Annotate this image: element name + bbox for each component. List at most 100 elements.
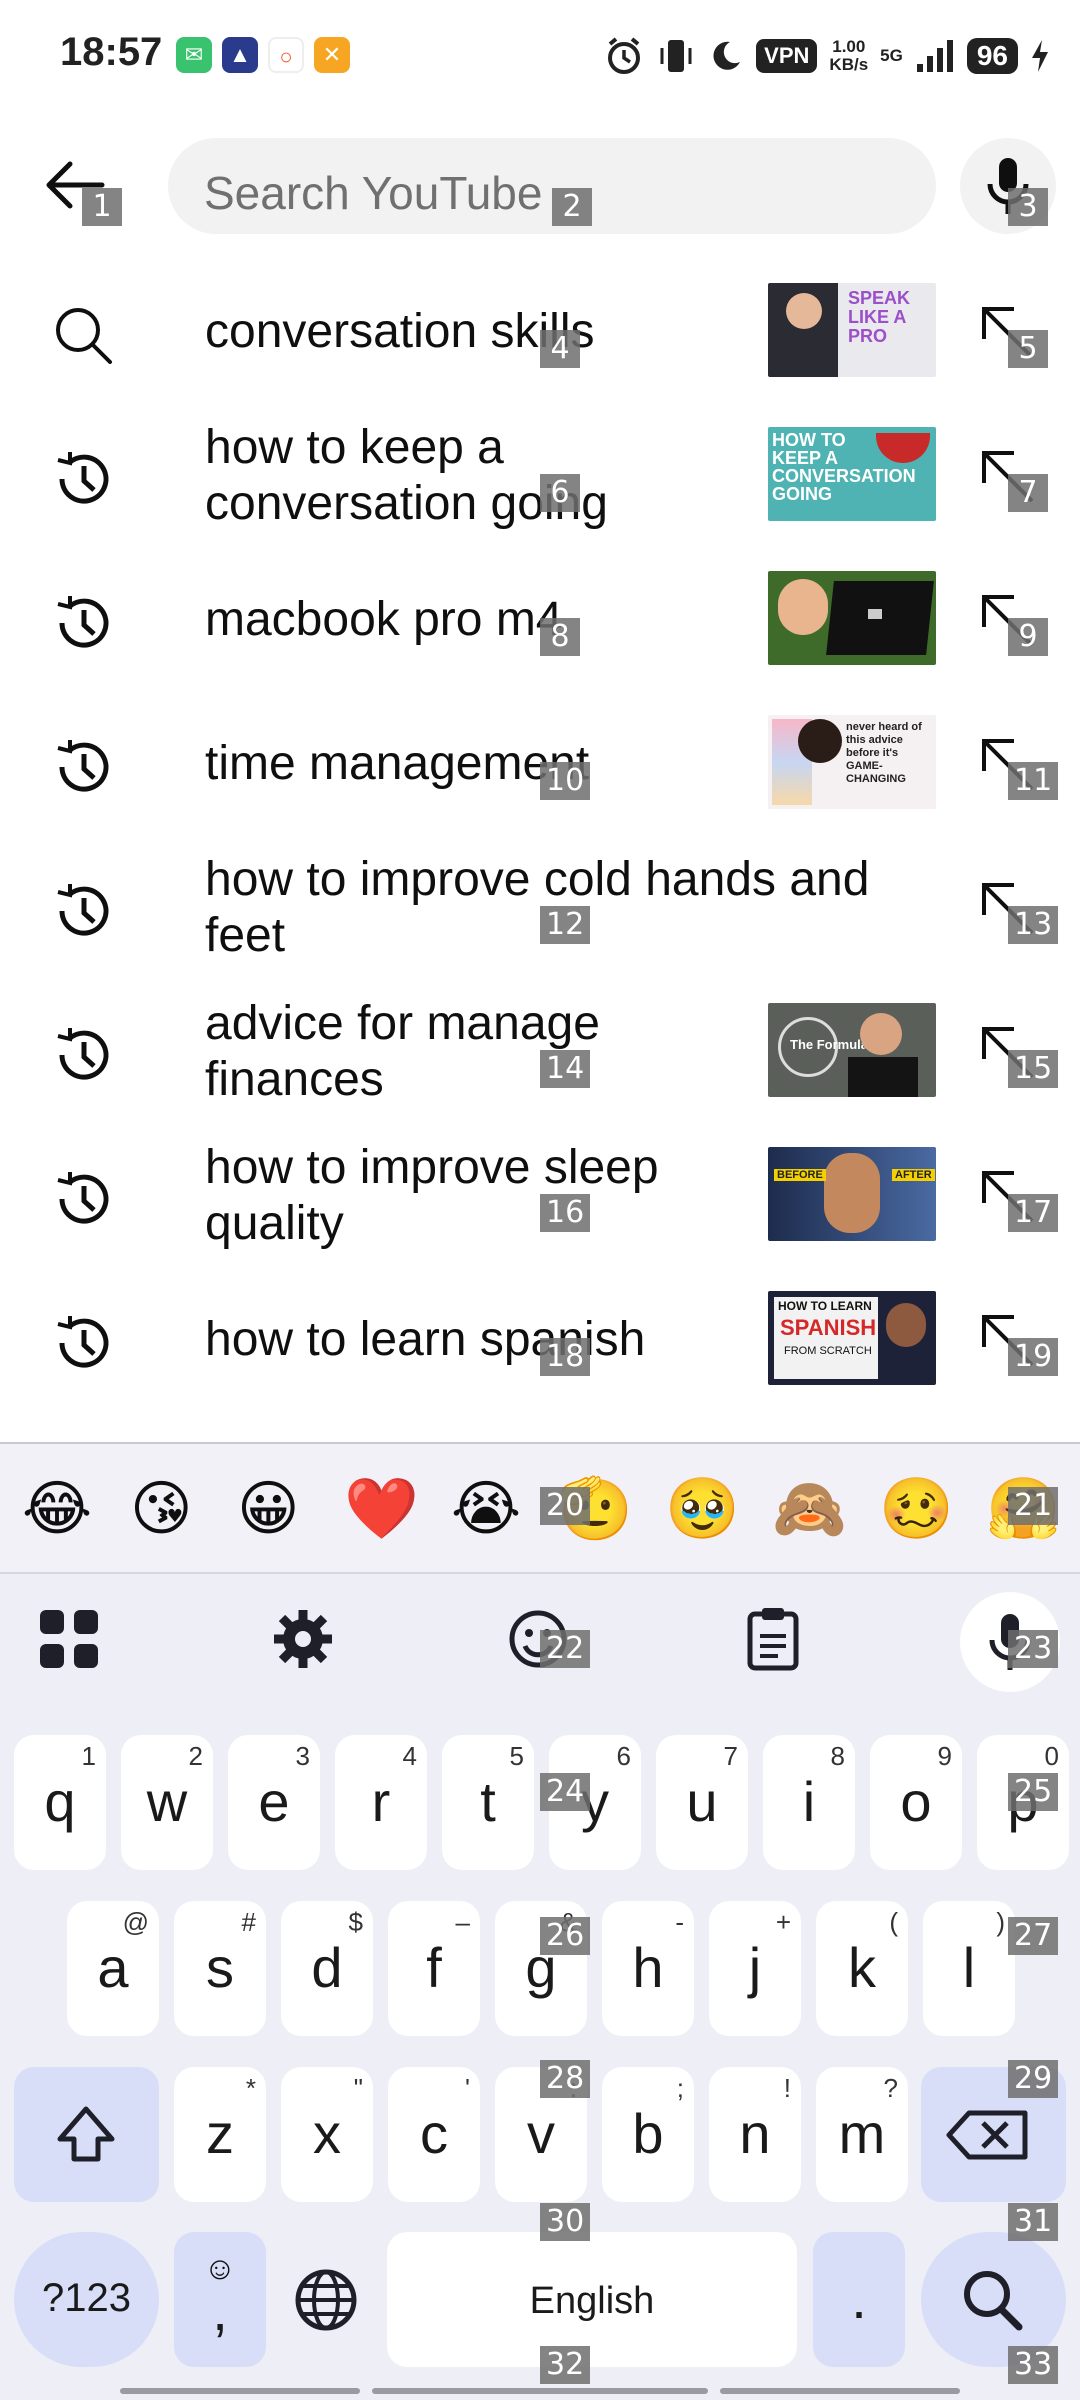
element-number-tag: 2: [552, 188, 592, 226]
key-i[interactable]: 8i: [763, 1735, 855, 1870]
suggestion-thumbnail: BEFORE AFTER: [768, 1147, 936, 1241]
key-t[interactable]: 5t: [442, 1735, 534, 1870]
key-secondary-symbol: *: [245, 2073, 256, 2103]
key-q[interactable]: 1q: [14, 1735, 106, 1870]
key-secondary-symbol: 3: [295, 1741, 310, 1771]
emoji-key[interactable]: 🥴: [879, 1474, 954, 1544]
emoji-key[interactable]: 😭: [451, 1474, 521, 1544]
key-secondary-symbol: 8: [830, 1741, 845, 1771]
suggestion-thumbnail: The Formula: [768, 1003, 936, 1097]
comma-emoji-key[interactable]: ☺ ,: [174, 2232, 266, 2367]
key-letter: i: [802, 1770, 816, 1833]
thumbnail-caption: SPANISH: [780, 1315, 877, 1340]
history-icon: [57, 1172, 109, 1224]
key-letter: b: [632, 2102, 664, 2165]
element-number-tag: 25: [1008, 1773, 1059, 1811]
key-letter: a: [97, 1936, 129, 1999]
history-icon: [57, 740, 109, 792]
key-letter: k: [848, 1936, 876, 1999]
key-o[interactable]: 9o: [870, 1735, 962, 1870]
key-secondary-symbol: ": [353, 2073, 363, 2103]
globe-icon: [295, 2269, 357, 2331]
element-number-tag: 27: [1008, 1917, 1059, 1955]
emoji-key[interactable]: 😂: [22, 1474, 92, 1544]
suggestion-text: how to keep a conversation going: [205, 421, 608, 530]
key-r[interactable]: 4r: [335, 1735, 427, 1870]
signal-icon: [916, 40, 953, 72]
shift-key[interactable]: [14, 2067, 159, 2202]
thumbnail-caption: The Formula: [790, 1037, 869, 1052]
key-secondary-symbol: -: [675, 1907, 684, 1937]
key-letter: o: [900, 1770, 932, 1833]
charging-icon: [1032, 40, 1048, 72]
key-j[interactable]: + j: [709, 1901, 801, 2036]
emoji-key[interactable]: 🙈: [772, 1474, 847, 1544]
key-k[interactable]: (k: [816, 1901, 908, 2036]
key-letter: w: [146, 1770, 188, 1833]
vpn-indicator: VPN: [756, 39, 818, 73]
symbols-key[interactable]: ?123: [14, 2232, 159, 2367]
element-number-tag: 18: [540, 1338, 591, 1376]
key-secondary-symbol: 5: [509, 1741, 524, 1771]
key-a[interactable]: @ a: [67, 1901, 159, 2036]
language-globe-key[interactable]: [280, 2232, 372, 2367]
key-d[interactable]: $ d: [281, 1901, 373, 2036]
key-letter: z: [206, 2102, 234, 2165]
element-number-tag: 28: [540, 2060, 591, 2098]
key-letter: s: [206, 1936, 234, 1999]
key-u[interactable]: 7u: [656, 1735, 748, 1870]
clipboard-icon[interactable]: [738, 1604, 808, 1674]
emoji-key[interactable]: ❤️: [344, 1474, 419, 1544]
element-number-tag: 8: [540, 618, 580, 656]
key-secondary-symbol: ): [996, 1907, 1005, 1937]
key-w[interactable]: 2w: [121, 1735, 213, 1870]
key-b[interactable]: ; b: [602, 2067, 694, 2202]
key-z[interactable]: * z: [174, 2067, 266, 2202]
key-secondary-symbol: ': [465, 2073, 470, 2103]
emoji-key[interactable]: 😀: [237, 1474, 300, 1544]
emoji-key[interactable]: 😘: [130, 1474, 193, 1544]
key-secondary-symbol: ;: [676, 2073, 684, 2103]
period-key[interactable]: .: [813, 2232, 905, 2367]
key-l[interactable]: ) l: [923, 1901, 1015, 2036]
network-type: 5G: [880, 46, 903, 65]
key-c[interactable]: ' c: [388, 2067, 480, 2202]
vibrate-icon: [660, 40, 692, 72]
key-secondary-symbol: 9: [937, 1741, 952, 1771]
element-number-tag: 29: [1008, 2060, 1059, 2098]
key-n[interactable]: ! n: [709, 2067, 801, 2202]
app-notification-icon: ▲: [222, 37, 258, 73]
element-number-tag: 6: [540, 474, 580, 512]
history-icon: [57, 596, 109, 648]
suggestion-text: how to improve sleep quality: [205, 1141, 659, 1250]
key-x[interactable]: " x: [281, 2067, 373, 2202]
key-m[interactable]: ? m: [816, 2067, 908, 2202]
thumbnail-caption: BEFORE: [774, 1169, 826, 1181]
element-number-tag: 26: [540, 1917, 591, 1955]
shift-arrow-icon: [57, 2106, 115, 2162]
key-secondary-symbol: 4: [402, 1741, 417, 1771]
key-letter: c: [420, 2102, 448, 2165]
space-bar[interactable]: English: [387, 2232, 797, 2367]
history-icon: [57, 884, 109, 936]
key-letter: l: [962, 1936, 976, 1999]
emoji-key[interactable]: 🥹: [665, 1474, 740, 1544]
key-letter: r: [371, 1770, 391, 1833]
symbols-key-label: ?123: [42, 2276, 131, 2320]
apps-grid-icon[interactable]: [34, 1604, 104, 1674]
key-letter: f: [426, 1936, 442, 1999]
key-f[interactable]: – f: [388, 1901, 480, 2036]
thumbnail-caption: HOW TO KEEP A CONVERSATION GOING: [772, 430, 916, 504]
key-secondary-symbol: +: [775, 1907, 791, 1937]
element-number-tag: 13: [1008, 906, 1059, 944]
key-h[interactable]: -h: [602, 1901, 694, 2036]
key-e[interactable]: 3e: [228, 1735, 320, 1870]
element-number-tag: 30: [540, 2203, 591, 2241]
key-letter: h: [632, 1936, 664, 1999]
key-s[interactable]: # s: [174, 1901, 266, 2036]
status-time: 18:57: [60, 30, 163, 74]
settings-gear-icon[interactable]: [268, 1604, 338, 1674]
battery-level: 96: [966, 38, 1018, 74]
element-number-tag: 12: [540, 906, 591, 944]
element-number-tag: 19: [1008, 1338, 1059, 1376]
